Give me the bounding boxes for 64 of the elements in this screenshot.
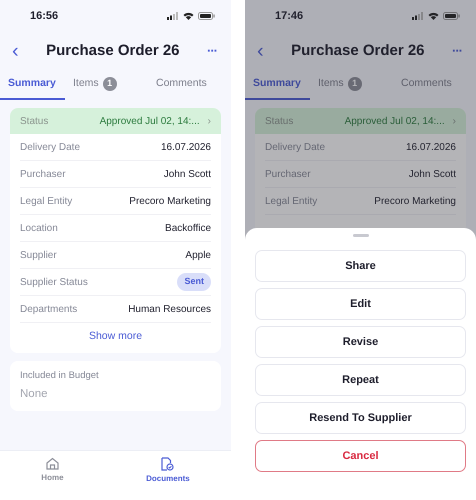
field-value: 16.07.2026: [406, 140, 456, 154]
field-label: Location: [20, 222, 58, 236]
field-label: Delivery Date: [265, 140, 326, 154]
status-time: 17:46: [275, 8, 304, 24]
battery-icon: [198, 12, 215, 20]
more-button[interactable]: ···: [206, 41, 217, 61]
field-label: Status: [265, 114, 294, 128]
wifi-icon: [183, 12, 194, 20]
tab[interactable]: Items 1: [310, 70, 393, 100]
status-tag: Sent: [177, 273, 211, 291]
back-button[interactable]: ‹: [12, 41, 19, 61]
signal-icon: [167, 12, 179, 20]
field-label: Purchaser: [20, 168, 66, 182]
drag-handle[interactable]: [352, 234, 368, 237]
field-value: Apple: [185, 248, 211, 262]
field-value: Human Resources: [128, 302, 211, 316]
tab[interactable]: Comments: [393, 70, 476, 100]
wifi-icon: [428, 12, 439, 20]
nav-tab[interactable]: Home: [35, 456, 70, 486]
signal-icon: [412, 12, 424, 20]
count-badge: 1: [102, 77, 117, 91]
field-value: 16.07.2026: [160, 140, 211, 154]
status-time: 16:56: [30, 8, 58, 24]
field-label: Supplier: [20, 248, 57, 262]
status-value: Approved Jul 02, 14:...: [100, 114, 200, 128]
action-button[interactable]: Repeat: [255, 364, 466, 396]
field-label: Purchaser: [265, 168, 311, 182]
field-label: Included in Budget: [20, 368, 100, 383]
status-value: Approved Jul 02, 14:...: [344, 114, 445, 128]
action-button[interactable]: Cancel: [255, 440, 466, 472]
more-button[interactable]: ···: [452, 41, 462, 61]
field-value: Precoro Marketing: [129, 194, 211, 208]
action-button[interactable]: Edit: [255, 288, 466, 320]
tab[interactable]: Items 1: [65, 70, 148, 100]
nav-tab[interactable]: Documents: [140, 456, 196, 486]
tab[interactable]: Summary: [245, 70, 310, 100]
field-value: Precoro Marketing: [374, 194, 456, 208]
tab[interactable]: Comments: [148, 70, 231, 100]
home-icon: [46, 457, 59, 470]
chevron-icon: ›: [208, 114, 211, 128]
document-icon: [161, 457, 174, 471]
field-value: None: [20, 387, 48, 402]
field-label: Status: [20, 114, 48, 128]
field-value: John Scott: [164, 168, 211, 182]
count-badge: 1: [348, 77, 362, 91]
status-row[interactable]: Status Approved Jul 02, 14:... ›: [10, 108, 221, 134]
page-title: Purchase Order 26: [46, 40, 180, 61]
field-label: Delivery Date: [20, 140, 80, 154]
field-label: Departments: [20, 302, 78, 316]
action-button[interactable]: Revise: [255, 326, 466, 358]
field-value: Backoffice: [165, 222, 211, 236]
show-more-link[interactable]: Show more: [88, 323, 142, 353]
field-label: Supplier Status: [20, 276, 88, 290]
chevron-icon: ›: [452, 114, 456, 128]
field-label: Legal Entity: [20, 194, 72, 208]
battery-icon: [443, 12, 460, 20]
tab[interactable]: Summary: [0, 70, 65, 100]
page-title: Purchase Order 26: [291, 40, 425, 61]
status-row[interactable]: Status Approved Jul 02, 14:... ›: [255, 108, 466, 134]
action-button[interactable]: Share: [255, 250, 466, 282]
field-label: Legal Entity: [265, 194, 318, 208]
back-button[interactable]: ‹: [257, 41, 264, 61]
field-value: John Scott: [408, 168, 456, 182]
action-button[interactable]: Resend To Supplier: [255, 402, 466, 434]
